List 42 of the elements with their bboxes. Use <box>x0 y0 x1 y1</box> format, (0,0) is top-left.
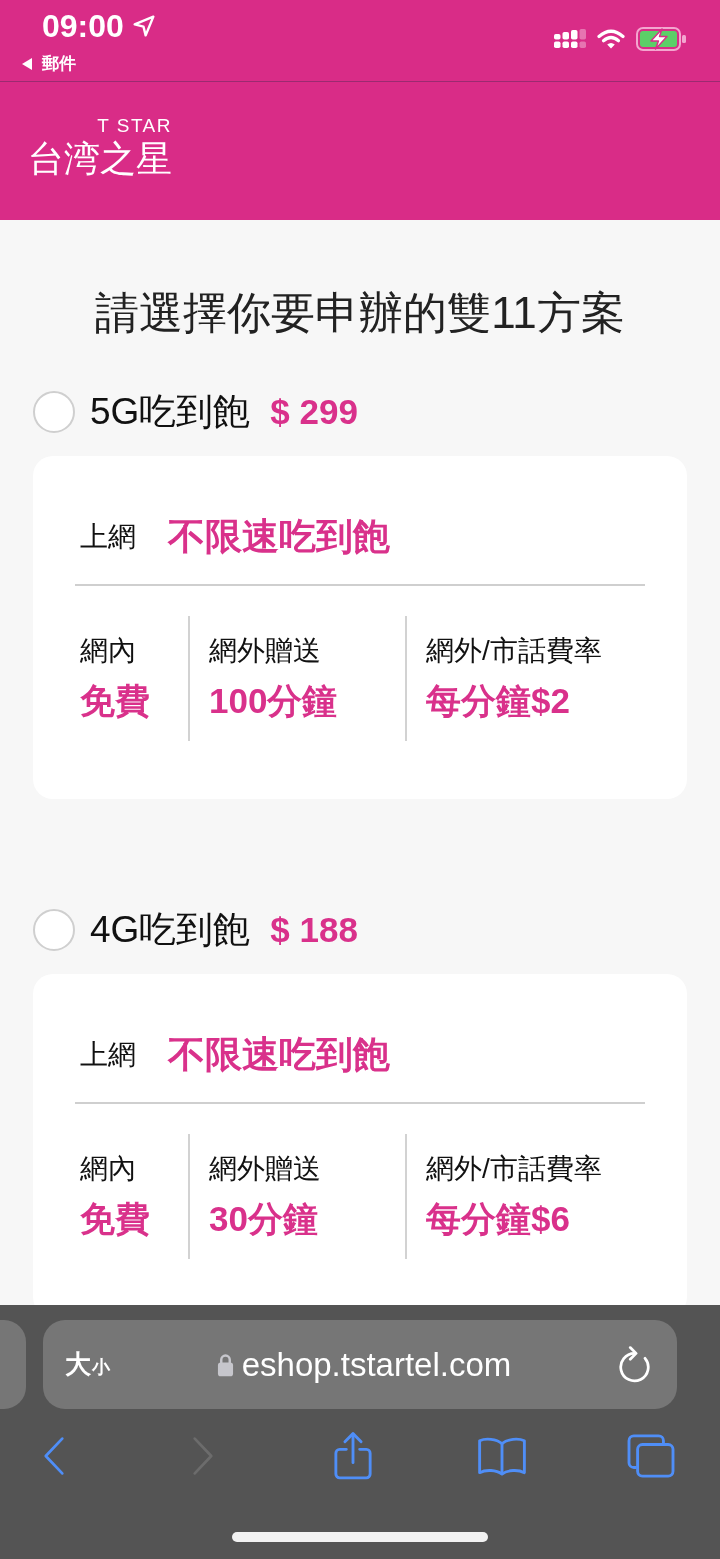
rate-value: 100分鐘 <box>209 680 338 722</box>
status-time: 09:00 <box>42 8 124 44</box>
logo-subtitle: T STAR <box>97 116 172 136</box>
radio-button[interactable] <box>33 391 75 433</box>
lock-icon <box>216 1352 234 1377</box>
data-value: 不限速吃到飽 <box>168 515 390 559</box>
open-book-icon[interactable] <box>476 1436 527 1476</box>
rate-label: 網外贈送 <box>209 1152 321 1186</box>
plan-name: 5G吃到飽 <box>90 390 251 434</box>
address-bar[interactable]: 大小 eshop.tstartel.com <box>43 1320 677 1409</box>
data-label: 上網 <box>80 1038 136 1072</box>
back-icon[interactable] <box>43 1436 65 1476</box>
share-icon[interactable] <box>332 1431 373 1481</box>
location-arrow-icon <box>132 15 155 37</box>
triangle-icon <box>22 58 32 70</box>
rate-value: 30分鐘 <box>209 1198 318 1240</box>
rate-label: 網內 <box>80 634 136 668</box>
data-value: 不限速吃到飽 <box>168 1033 390 1077</box>
rate-value: 每分鐘$2 <box>426 680 570 722</box>
rate-label: 網外贈送 <box>209 634 321 668</box>
radio-button[interactable] <box>33 909 75 951</box>
page-title: 請選擇你要申辦的雙11方案 <box>94 287 626 339</box>
text-size-button[interactable]: 大小 <box>65 1347 110 1382</box>
wifi-icon <box>597 29 625 49</box>
rate-value: 免費 <box>80 1198 150 1240</box>
reload-icon[interactable] <box>618 1346 651 1383</box>
url-text: eshop.tstartel.com <box>241 1344 512 1385</box>
rate-value: 免費 <box>80 680 150 722</box>
tabs-icon[interactable] <box>627 1434 675 1478</box>
plan-name: 4G吃到飽 <box>90 908 251 952</box>
previous-tab-edge[interactable] <box>0 1320 26 1409</box>
plan-price: $ 188 <box>270 909 358 951</box>
battery-charging-icon <box>636 27 686 51</box>
rate-label: 網外/市話費率 <box>426 634 602 668</box>
signal-icon <box>554 29 586 48</box>
logo-wordmark: 台湾之星 <box>28 139 172 179</box>
plan-price: $ 299 <box>270 391 358 433</box>
rate-label: 網外/市話費率 <box>426 1152 602 1186</box>
rate-value: 每分鐘$6 <box>426 1198 570 1240</box>
back-link[interactable]: 郵件 <box>22 53 76 75</box>
data-label: 上網 <box>80 520 136 554</box>
rate-label: 網內 <box>80 1152 136 1186</box>
